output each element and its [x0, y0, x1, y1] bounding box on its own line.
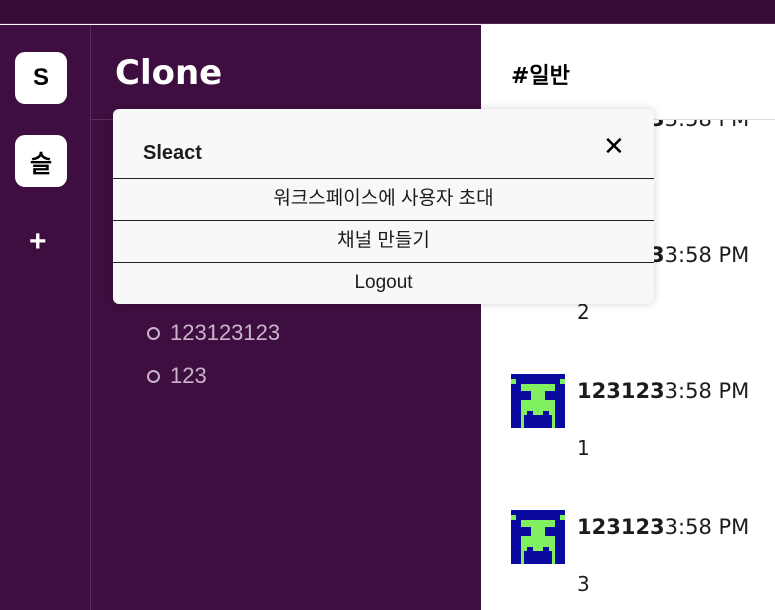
circle-icon: [147, 326, 160, 340]
channel-item[interactable]: 123: [147, 363, 207, 389]
close-icon[interactable]: ✕: [603, 131, 625, 162]
workspace-sidebar: S 슬 +: [0, 25, 91, 610]
workspace-menu: Sleact ✕ 워크스페이스에 사용자 초대 채널 만들기 Logout: [113, 109, 654, 304]
message-time: 3:58 PM: [664, 243, 750, 267]
workspace-name[interactable]: Clone: [91, 25, 481, 120]
message-content: 3: [577, 572, 590, 596]
message-time: 3:58 PM: [664, 379, 750, 403]
logout-menu-item[interactable]: Logout: [113, 263, 654, 304]
circle-icon: [147, 369, 160, 383]
channel-item[interactable]: 123123123: [147, 320, 280, 346]
message-author[interactable]: 123123: [577, 379, 665, 403]
message-content: 1: [577, 436, 590, 460]
workspace-button-seul[interactable]: 슬: [15, 135, 67, 187]
menu-title: Sleact: [143, 142, 202, 164]
channel-name: 123123123: [170, 320, 281, 345]
workspace-button-s[interactable]: S: [15, 52, 67, 104]
channel-title: #일반: [481, 25, 775, 120]
user-avatar[interactable]: [511, 510, 565, 564]
message-time: 3:58 PM: [664, 515, 750, 539]
add-workspace-button[interactable]: +: [29, 227, 47, 257]
create-channel-menu-item[interactable]: 채널 만들기: [113, 221, 654, 263]
invite-user-menu-item[interactable]: 워크스페이스에 사용자 초대: [113, 179, 654, 221]
message-author[interactable]: 123123: [577, 515, 665, 539]
channel-name: 123: [170, 363, 207, 388]
user-avatar[interactable]: [511, 374, 565, 428]
top-bar: [0, 0, 775, 24]
menu-header: Sleact ✕: [113, 109, 654, 179]
